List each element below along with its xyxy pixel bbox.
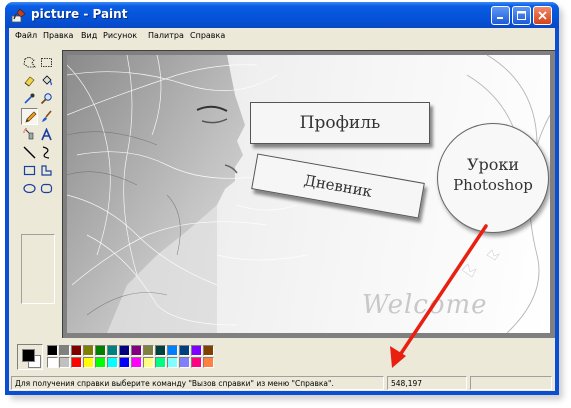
color-palette [13,342,214,372]
rectangle-icon [23,165,36,176]
menu-bar: Файл Правка Вид Рисунок Палитра Справка [9,28,555,46]
menu-colors[interactable]: Палитра [148,31,184,40]
menu-help[interactable]: Справка [190,31,225,40]
polygon-icon [41,165,52,176]
menu-view[interactable]: Вид [81,31,97,40]
tool-eraser[interactable] [21,72,38,89]
airbrush-icon [23,128,34,140]
status-help-text: Для получения справки выберите команду "… [11,376,384,390]
pick-color-icon [24,93,35,104]
canvas-area[interactable]: Профиль Дневник Уроки Photoshop Welcome [62,50,555,338]
close-icon [538,11,547,20]
profile-label: Профиль [250,102,430,144]
palette-swatch[interactable] [203,357,214,368]
tool-airbrush[interactable] [21,126,38,143]
palette-swatch[interactable] [191,357,202,368]
status-size-pane [470,376,552,390]
tool-polygon[interactable] [38,162,55,179]
fill-icon [42,75,53,86]
palette-swatch[interactable] [95,357,106,368]
menu-edit[interactable]: Правка [43,31,73,40]
tool-options-box[interactable] [21,234,55,304]
ellipse-icon [23,183,36,194]
window-title: picture - Paint [31,7,128,21]
tool-rounded-rectangle[interactable] [38,180,55,197]
palette-swatch[interactable] [107,345,118,356]
toolbox [11,50,57,340]
rounded-rectangle-icon [40,183,53,194]
palette-swatch[interactable] [47,345,58,356]
minimize-icon [497,17,503,19]
palette-swatch[interactable] [83,345,94,356]
palette-swatch[interactable] [203,345,214,356]
tool-curve[interactable] [38,144,55,161]
palette-swatch[interactable] [155,357,166,368]
palette-swatch[interactable] [95,345,106,356]
paint-window: picture - Paint Файл Правка Вид Рисунок … [5,2,559,395]
paint-client-area: Файл Правка Вид Рисунок Палитра Справка [9,28,555,391]
palette-swatch[interactable] [167,345,178,356]
tool-text[interactable] [38,126,55,143]
tool-pencil[interactable] [21,108,38,125]
eraser-icon [24,76,35,87]
minimize-button[interactable] [491,6,510,25]
tool-rectangle[interactable] [21,162,38,179]
palette-swatch[interactable] [71,345,82,356]
close-button[interactable] [533,6,552,25]
status-bar: Для получения справки выберите команду "… [9,375,555,391]
palette-swatch[interactable] [59,357,70,368]
title-bar[interactable]: picture - Paint [5,2,559,28]
palette-swatch[interactable] [131,345,142,356]
tool-free-form-select[interactable] [21,54,38,71]
line-icon [23,146,36,159]
palette-swatch[interactable] [143,345,154,356]
curve-icon [42,146,50,159]
tool-line[interactable] [21,144,38,161]
palette-swatch[interactable] [107,357,118,368]
menu-file[interactable]: Файл [15,31,37,40]
palette-swatch[interactable] [131,357,142,368]
select-icon [41,58,52,67]
photoshop-lessons-circle: Уроки Photoshop [437,123,549,233]
free-form-select-icon [23,56,36,68]
text-icon [41,128,52,141]
palette-swatch[interactable] [179,357,190,368]
pencil-icon [25,111,37,123]
welcome-watermark: Welcome [362,290,488,320]
drawing-canvas[interactable]: Профиль Дневник Уроки Photoshop Welcome [67,55,550,333]
circle-line-2: Photoshop [453,176,533,194]
tool-pick-color[interactable] [21,90,38,107]
palette-swatch[interactable] [167,357,178,368]
tool-brush[interactable] [38,108,55,125]
magnifier-icon [40,93,52,105]
maximize-button[interactable] [512,6,531,25]
palette-swatch[interactable] [155,345,166,356]
current-colors[interactable] [17,344,43,370]
palette-swatch[interactable] [59,345,70,356]
palette-swatch[interactable] [179,345,190,356]
foreground-color-swatch [22,349,35,362]
tool-fill[interactable] [38,72,55,89]
palette-swatch[interactable] [83,357,94,368]
palette-swatch[interactable] [119,345,130,356]
status-coordinates: 548,197 [387,376,467,390]
palette-swatch[interactable] [71,357,82,368]
maximize-icon [517,11,526,20]
tool-ellipse[interactable] [21,180,38,197]
tool-magnifier[interactable] [38,90,55,107]
paint-brush-icon [11,7,27,23]
brush-icon [42,110,52,122]
palette-swatch[interactable] [119,357,130,368]
menu-image[interactable]: Рисунок [103,31,137,40]
tool-select[interactable] [38,54,55,71]
palette-swatch[interactable] [191,345,202,356]
palette-swatch[interactable] [47,357,58,368]
palette-swatch[interactable] [143,357,154,368]
circle-line-1: Уроки [466,155,520,174]
